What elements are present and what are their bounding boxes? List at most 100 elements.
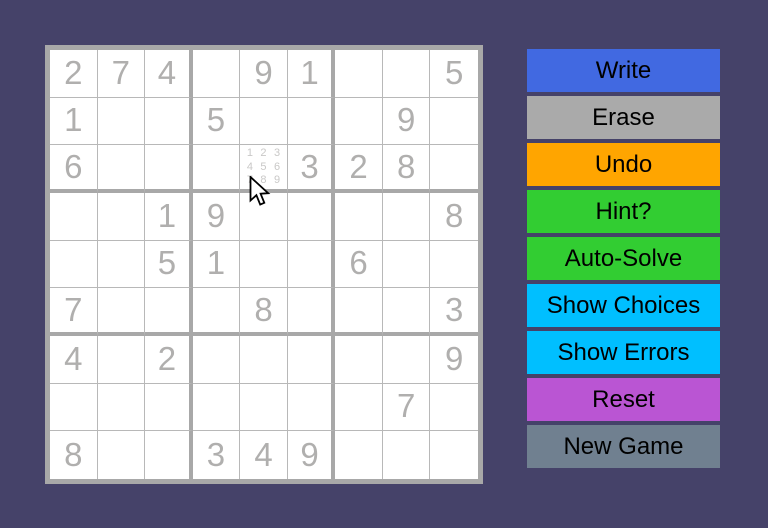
sudoku-board[interactable]: 274915159612345678932819851678342978349: [50, 50, 478, 479]
sudoku-cell[interactable]: [145, 145, 193, 193]
pencil-mark: 2: [260, 147, 267, 160]
sudoku-cell[interactable]: [50, 193, 98, 241]
sudoku-cell[interactable]: [192, 383, 241, 432]
sudoku-cell[interactable]: [97, 336, 146, 384]
reset-button[interactable]: Reset: [527, 378, 720, 421]
sudoku-cell[interactable]: [240, 193, 288, 241]
sudoku-cell[interactable]: 5: [192, 97, 241, 146]
undo-button[interactable]: Undo: [527, 143, 720, 186]
sudoku-cell[interactable]: 1: [50, 97, 98, 146]
sudoku-cell[interactable]: [97, 97, 146, 146]
sudoku-cell[interactable]: 2: [335, 145, 383, 193]
sudoku-cell[interactable]: [287, 288, 336, 336]
cell-digit: 5: [206, 101, 226, 139]
sudoku-cell[interactable]: 1: [192, 240, 241, 289]
sudoku-cell[interactable]: 4: [50, 336, 98, 384]
sudoku-cell[interactable]: 7: [382, 383, 431, 432]
sudoku-cell[interactable]: 1: [145, 193, 193, 241]
sudoku-cell[interactable]: [382, 50, 431, 98]
sudoku-cell[interactable]: 3: [430, 288, 478, 336]
sudoku-cell[interactable]: [287, 240, 336, 289]
cell-digit: 4: [254, 435, 273, 473]
sudoku-cell[interactable]: [192, 50, 241, 98]
pencil-mark: 4: [246, 160, 254, 173]
sudoku-cell[interactable]: [97, 145, 146, 193]
sudoku-cell[interactable]: 8: [240, 288, 288, 336]
sudoku-cell[interactable]: [145, 97, 193, 146]
sudoku-cell[interactable]: [287, 193, 336, 241]
sudoku-cell[interactable]: 4: [240, 431, 288, 479]
sudoku-cell[interactable]: [382, 240, 431, 289]
sudoku-cell[interactable]: [335, 50, 383, 98]
sudoku-cell[interactable]: 8: [50, 431, 98, 479]
show-choices-button[interactable]: Show Choices: [527, 284, 720, 327]
sudoku-cell[interactable]: [382, 288, 431, 336]
hint-button[interactable]: Hint?: [527, 190, 720, 233]
sudoku-cell[interactable]: [287, 383, 336, 432]
sudoku-cell[interactable]: [335, 193, 383, 241]
sudoku-cell[interactable]: [145, 288, 193, 336]
sudoku-cell[interactable]: [240, 336, 288, 384]
sudoku-cell[interactable]: 3: [287, 145, 336, 193]
pencil-mark: 3: [273, 147, 281, 160]
sudoku-cell[interactable]: [145, 431, 193, 479]
write-button[interactable]: Write: [527, 49, 720, 92]
sudoku-cell[interactable]: [145, 383, 193, 432]
sudoku-cell[interactable]: [240, 97, 288, 146]
sudoku-cell[interactable]: [335, 288, 383, 336]
sudoku-cell[interactable]: 7: [97, 50, 146, 98]
sudoku-cell[interactable]: [335, 97, 383, 146]
sudoku-cell[interactable]: 4: [145, 50, 193, 98]
sudoku-cell[interactable]: [240, 240, 288, 289]
sudoku-cell[interactable]: [192, 145, 241, 193]
sudoku-cell[interactable]: 123 456 789: [240, 145, 288, 193]
sudoku-cell[interactable]: 8: [430, 193, 478, 241]
sudoku-cell[interactable]: 5: [430, 50, 478, 98]
sudoku-cell[interactable]: [192, 336, 241, 384]
sudoku-cell[interactable]: [430, 97, 478, 146]
erase-button[interactable]: Erase: [527, 96, 720, 139]
sudoku-cell[interactable]: [287, 336, 336, 384]
sudoku-cell[interactable]: [240, 383, 288, 432]
sudoku-cell[interactable]: [192, 288, 241, 336]
sudoku-cell[interactable]: [50, 240, 98, 289]
sudoku-cell[interactable]: [335, 431, 383, 479]
cell-digit: 3: [445, 290, 464, 328]
sudoku-cell[interactable]: 9: [192, 193, 241, 241]
sudoku-cell[interactable]: 9: [240, 50, 288, 98]
sudoku-app: 274915159612345678932819851678342978349 …: [0, 0, 768, 528]
sudoku-cell[interactable]: [382, 336, 431, 384]
sudoku-cell[interactable]: 8: [382, 145, 431, 193]
sudoku-cell[interactable]: [430, 383, 478, 432]
sudoku-cell[interactable]: 7: [50, 288, 98, 336]
sudoku-cell[interactable]: [335, 383, 383, 432]
show-errors-button[interactable]: Show Errors: [527, 331, 720, 374]
sudoku-cell[interactable]: 6: [335, 240, 383, 289]
sudoku-cell[interactable]: 2: [50, 50, 98, 98]
sudoku-cell[interactable]: 6: [50, 145, 98, 193]
sudoku-cell[interactable]: 5: [145, 240, 193, 289]
sudoku-cell[interactable]: [97, 383, 146, 432]
sudoku-cell[interactable]: [97, 431, 146, 479]
sudoku-cell[interactable]: [97, 240, 146, 289]
sudoku-cell[interactable]: 9: [287, 431, 336, 479]
sudoku-cell[interactable]: 9: [382, 97, 431, 146]
sudoku-cell[interactable]: 1: [287, 50, 336, 98]
auto-solve-button[interactable]: Auto-Solve: [527, 237, 720, 280]
sudoku-cell[interactable]: [430, 431, 478, 479]
sudoku-cell[interactable]: [50, 383, 98, 432]
sudoku-cell[interactable]: [287, 97, 336, 146]
sudoku-cell[interactable]: 9: [430, 336, 478, 384]
sudoku-cell[interactable]: 3: [192, 431, 241, 479]
sudoku-cell[interactable]: [430, 145, 478, 193]
sudoku-cell[interactable]: [430, 240, 478, 289]
sudoku-cell[interactable]: [382, 431, 431, 479]
new-game-button[interactable]: New Game: [527, 425, 720, 468]
sudoku-cell[interactable]: 2: [145, 336, 193, 384]
sudoku-cell[interactable]: [382, 193, 431, 241]
pencil-mark: 8: [260, 173, 267, 186]
sudoku-cell[interactable]: [97, 288, 146, 336]
sudoku-cell[interactable]: [335, 336, 383, 384]
sudoku-cell[interactable]: [97, 193, 146, 241]
cell-digit: 9: [300, 435, 319, 473]
